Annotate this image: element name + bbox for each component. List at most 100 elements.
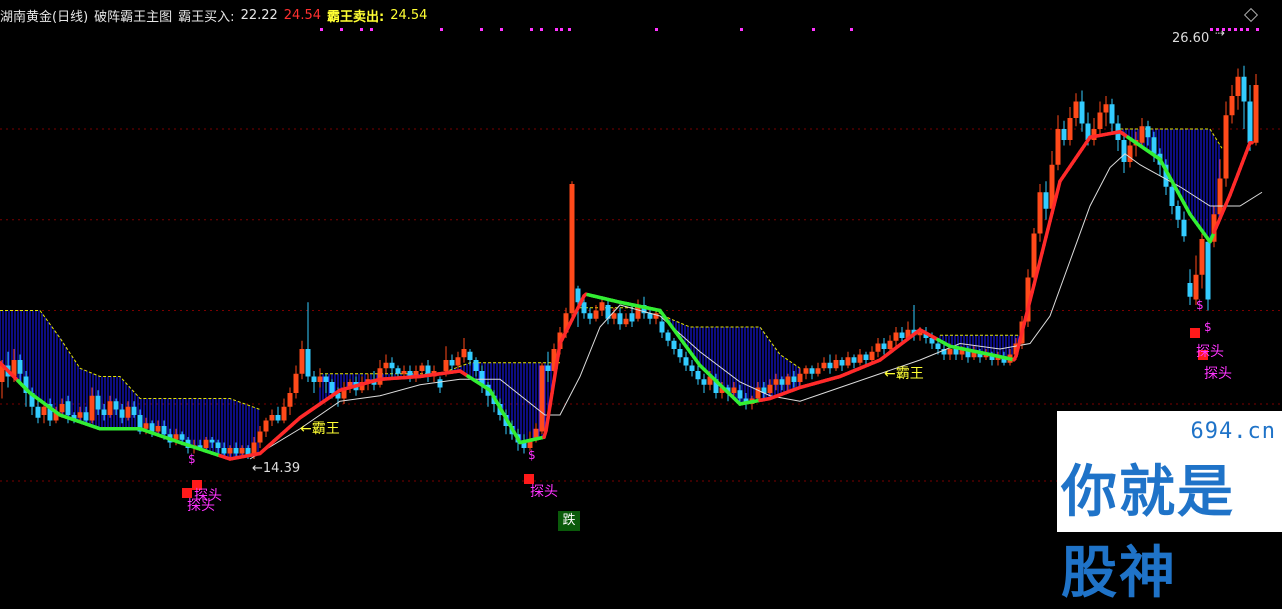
candle-body <box>816 368 821 374</box>
candle-body <box>582 302 587 313</box>
candle-body <box>870 352 875 360</box>
signal-dot <box>1210 28 1213 31</box>
drop-badge: 跌 <box>558 511 580 531</box>
buy-label: 霸王买入: <box>178 6 234 25</box>
candle-body <box>1056 129 1061 165</box>
signal-dot <box>370 28 373 31</box>
candle-body <box>114 401 119 409</box>
candle-body <box>222 448 227 454</box>
candle-body <box>948 349 953 355</box>
candle-body <box>600 302 605 310</box>
low-price-marker: ←14.39 <box>252 461 300 476</box>
signal-dot <box>568 28 571 31</box>
candle-body <box>108 401 113 415</box>
candle-body <box>594 311 599 319</box>
candle-body <box>864 355 869 361</box>
signal-dot <box>555 28 558 31</box>
watermark: 694.cn 你就是股神 <box>1057 411 1282 532</box>
candle-body <box>270 415 275 421</box>
candle-body <box>180 434 185 440</box>
candle-body <box>84 412 89 420</box>
indicator-name[interactable]: 破阵霸王主图 <box>94 6 172 25</box>
bawang-ma-line <box>0 132 1252 459</box>
dollar-signal-4: $ <box>1204 320 1212 334</box>
candle-body <box>630 313 635 321</box>
candle-body <box>786 377 791 385</box>
candle-body <box>60 404 65 412</box>
signal-dot <box>320 28 323 31</box>
candle-body <box>1254 85 1259 143</box>
candle-body <box>90 396 95 421</box>
candle-body <box>258 432 263 443</box>
candle-body <box>804 368 809 374</box>
candle-body <box>156 426 161 432</box>
candle-body <box>1098 113 1103 130</box>
signal-dot <box>1228 28 1231 31</box>
candle-body <box>438 379 443 387</box>
candle-body <box>1038 192 1043 233</box>
ma-segment <box>552 381 554 393</box>
candle-body <box>36 407 41 418</box>
ma-segment <box>548 406 550 418</box>
ma-segment <box>558 344 560 356</box>
candle-body <box>1242 77 1247 102</box>
candle-body <box>858 355 863 363</box>
candle-body <box>1230 96 1235 115</box>
candle-body <box>684 357 689 365</box>
signal-dot <box>1234 28 1237 31</box>
ma-segment <box>550 393 552 405</box>
candle-body <box>1074 102 1079 119</box>
candle-body <box>384 363 389 369</box>
buy-value-alt: 24.54 <box>284 8 321 23</box>
signal-dot <box>440 28 443 31</box>
candle-body <box>306 349 311 377</box>
chart-header: 湖南黄金(日线) 破阵霸王主图 霸王买入: 22.22 24.54 霸王卖出: … <box>0 5 433 25</box>
candle-body <box>1182 220 1187 237</box>
candle-body <box>540 366 545 432</box>
stock-name[interactable]: 湖南黄金(日线) <box>0 6 88 25</box>
candle-body <box>1200 239 1205 275</box>
candle-body <box>822 363 827 369</box>
candle-body <box>402 371 407 374</box>
candle-body <box>900 333 905 339</box>
candle-body <box>162 426 167 434</box>
signal-dot <box>1240 28 1243 31</box>
candle-body <box>1104 104 1109 112</box>
candle-body <box>936 344 941 350</box>
signal-dot <box>812 28 815 31</box>
candle-body <box>1236 77 1241 96</box>
candle-body <box>264 421 269 432</box>
candle-body <box>696 371 701 379</box>
candle-body <box>660 322 665 333</box>
ma-segment <box>546 418 548 430</box>
candle-body <box>1110 104 1115 123</box>
watermark-url: 694.cn <box>1191 419 1276 444</box>
high-price-marker: 26.60 <box>1172 31 1209 46</box>
signal-dot <box>850 28 853 31</box>
candle-body <box>1206 242 1211 300</box>
candle-body <box>1122 140 1127 162</box>
candle-body <box>282 407 287 421</box>
tantou-label-3: 探头 <box>530 481 558 501</box>
candle-body <box>1176 206 1181 220</box>
tantou-label-2: 探头 <box>187 495 215 515</box>
candle-body <box>216 443 221 449</box>
candle-body <box>828 363 833 369</box>
candle-body <box>780 379 785 385</box>
candle-body <box>120 410 125 418</box>
band-fill <box>0 129 1222 459</box>
candle-body <box>96 396 101 410</box>
candle-body <box>1224 115 1229 178</box>
candle-body <box>474 360 479 371</box>
candle-body <box>234 448 239 454</box>
candle-body <box>570 184 575 313</box>
candle-body <box>576 289 581 303</box>
candle-body <box>702 379 707 385</box>
candle-body <box>876 344 881 352</box>
candle-body <box>66 401 71 415</box>
candle-body <box>732 388 737 394</box>
ma-segment <box>556 356 558 368</box>
signal-dot <box>500 28 503 31</box>
candle-body <box>240 448 245 454</box>
candle-body <box>300 349 305 374</box>
